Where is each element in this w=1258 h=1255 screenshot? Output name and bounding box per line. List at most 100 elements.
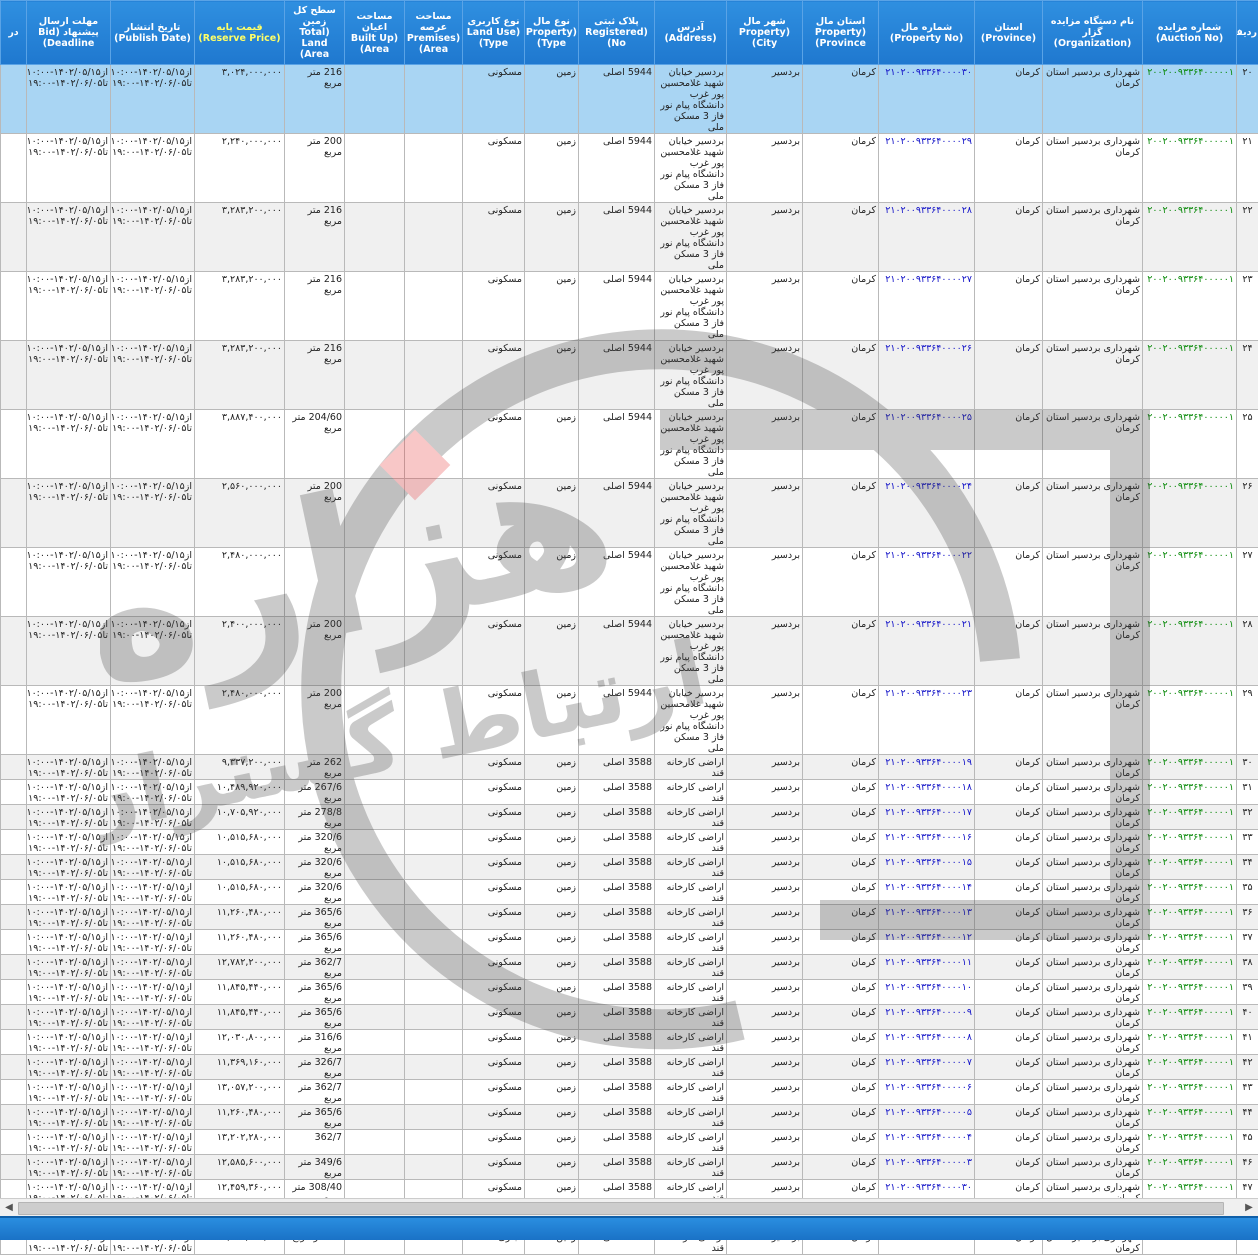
cell-property-no[interactable]: ۲۱۰۲۰۰۹۳۳۶۴۰۰۰۰۰۴ — [879, 1130, 975, 1155]
cell-property-no[interactable]: ۲۱۰۲۰۰۹۳۳۶۴۰۰۰۰۲۲ — [879, 548, 975, 617]
cell-property-no[interactable]: ۲۱۰۲۰۰۹۳۳۶۴۰۰۰۰۰۸ — [879, 1030, 975, 1055]
table-row[interactable]: ۳۰۲۰۰۲۰۰۹۳۳۶۴۰۰۰۰۰۱شهرداری بردسیر استان … — [1, 755, 1258, 780]
cell-property-no[interactable]: ۲۱۰۲۰۰۹۳۳۶۴۰۰۰۰۱۱ — [879, 955, 975, 980]
cell-property-no[interactable]: ۲۱۰۲۰۰۹۳۳۶۴۰۰۰۰۰۷ — [879, 1055, 975, 1080]
cell-property-no[interactable]: ۲۱۰۲۰۰۹۳۳۶۴۰۰۰۰۲۸ — [879, 203, 975, 272]
cell-property-no[interactable]: ۲۱۰۲۰۰۹۳۳۶۴۰۰۰۰۲۵ — [879, 410, 975, 479]
table-row[interactable]: ۲۳۲۰۰۲۰۰۹۳۳۶۴۰۰۰۰۰۱شهرداری بردسیر استان … — [1, 272, 1258, 341]
column-header-auction-no[interactable]: شماره مزایده (Auction No) — [1143, 1, 1237, 65]
cell-auction-no[interactable]: ۲۰۰۲۰۰۹۳۳۶۴۰۰۰۰۰۱ — [1143, 830, 1237, 855]
horizontal-scrollbar[interactable]: ◀ ▶ — [0, 1198, 1258, 1217]
table-row[interactable]: ۴۵۲۰۰۲۰۰۹۳۳۶۴۰۰۰۰۰۱شهرداری بردسیر استان … — [1, 1130, 1258, 1155]
table-row[interactable]: ۴۱۲۰۰۲۰۰۹۳۳۶۴۰۰۰۰۰۱شهرداری بردسیر استان … — [1, 1030, 1258, 1055]
column-header-province[interactable]: استان (Province) — [975, 1, 1043, 65]
cell-auction-no[interactable]: ۲۰۰۲۰۰۹۳۳۶۴۰۰۰۰۰۱ — [1143, 1155, 1237, 1180]
column-header-deadline[interactable]: مهلت ارسال پیشنهاد (Bid Deadline) — [27, 1, 111, 65]
cell-auction-no[interactable]: ۲۰۰۲۰۰۹۳۳۶۴۰۰۰۰۰۱ — [1143, 1080, 1237, 1105]
cell-auction-no[interactable]: ۲۰۰۲۰۰۹۳۳۶۴۰۰۰۰۰۱ — [1143, 955, 1237, 980]
cell-auction-no[interactable]: ۲۰۰۲۰۰۹۳۳۶۴۰۰۰۰۰۱ — [1143, 880, 1237, 905]
cell-auction-no[interactable]: ۲۰۰۲۰۰۹۳۳۶۴۰۰۰۰۰۱ — [1143, 805, 1237, 830]
column-header-row-no[interactable]: ردیف — [1237, 1, 1258, 65]
cell-property-no[interactable]: ۲۱۰۲۰۰۹۳۳۶۴۰۰۰۰۲۱ — [879, 617, 975, 686]
cell-property-no[interactable]: ۲۱۰۲۰۰۹۳۳۶۴۰۰۰۰۰۳ — [879, 1155, 975, 1180]
column-header-prop-city[interactable]: شهر مال (Property City) — [727, 1, 803, 65]
cell-property-no[interactable]: ۲۱۰۲۰۰۹۳۳۶۴۰۰۰۰۲۹ — [879, 134, 975, 203]
table-row[interactable]: ۳۹۲۰۰۲۰۰۹۳۳۶۴۰۰۰۰۰۱شهرداری بردسیر استان … — [1, 980, 1258, 1005]
scroll-right-icon[interactable]: ▶ — [1241, 1200, 1257, 1216]
cell-property-no[interactable]: ۲۱۰۲۰۰۹۳۳۶۴۰۰۰۰۱۰ — [879, 980, 975, 1005]
table-row[interactable]: ۳۴۲۰۰۲۰۰۹۳۳۶۴۰۰۰۰۰۱شهرداری بردسیر استان … — [1, 855, 1258, 880]
table-row[interactable]: ۴۶۲۰۰۲۰۰۹۳۳۶۴۰۰۰۰۰۱شهرداری بردسیر استان … — [1, 1155, 1258, 1180]
table-row[interactable]: ۴۴۲۰۰۲۰۰۹۳۳۶۴۰۰۰۰۰۱شهرداری بردسیر استان … — [1, 1105, 1258, 1130]
cell-auction-no[interactable]: ۲۰۰۲۰۰۹۳۳۶۴۰۰۰۰۰۱ — [1143, 1130, 1237, 1155]
column-header-extra[interactable]: در — [1, 1, 27, 65]
cell-property-no[interactable]: ۲۱۰۲۰۰۹۳۳۶۴۰۰۰۰۲۷ — [879, 272, 975, 341]
table-row[interactable]: ۲۸۲۰۰۲۰۰۹۳۳۶۴۰۰۰۰۰۱شهرداری بردسیر استان … — [1, 617, 1258, 686]
cell-auction-no[interactable]: ۲۰۰۲۰۰۹۳۳۶۴۰۰۰۰۰۱ — [1143, 548, 1237, 617]
cell-auction-no[interactable]: ۲۰۰۲۰۰۹۳۳۶۴۰۰۰۰۰۱ — [1143, 203, 1237, 272]
column-header-built-area[interactable]: مساحت اعیان (Built Up Area) — [345, 1, 405, 65]
column-header-publish-date[interactable]: تاریخ انتشار (Publish Date) — [111, 1, 195, 65]
column-header-reserve-price[interactable]: قیمت پایه (Reserve Price) — [195, 1, 285, 65]
table-row[interactable]: ۳۵۲۰۰۲۰۰۹۳۳۶۴۰۰۰۰۰۱شهرداری بردسیر استان … — [1, 880, 1258, 905]
cell-auction-no[interactable]: ۲۰۰۲۰۰۹۳۳۶۴۰۰۰۰۰۱ — [1143, 1030, 1237, 1055]
cell-property-no[interactable]: ۲۱۰۲۰۰۹۳۳۶۴۰۰۰۰۲۴ — [879, 479, 975, 548]
cell-property-no[interactable]: ۲۱۰۲۰۰۹۳۳۶۴۰۰۰۰۱۷ — [879, 805, 975, 830]
column-header-premises-area[interactable]: مساحت عرصه (Premises Area) — [405, 1, 463, 65]
table-row[interactable]: ۴۲۲۰۰۲۰۰۹۳۳۶۴۰۰۰۰۰۱شهرداری بردسیر استان … — [1, 1055, 1258, 1080]
cell-property-no[interactable]: ۲۱۰۲۰۰۹۳۳۶۴۰۰۰۰۲۶ — [879, 341, 975, 410]
cell-property-no[interactable]: ۲۱۰۲۰۰۹۳۳۶۴۰۰۰۰۱۳ — [879, 905, 975, 930]
cell-auction-no[interactable]: ۲۰۰۲۰۰۹۳۳۶۴۰۰۰۰۰۱ — [1143, 341, 1237, 410]
cell-auction-no[interactable]: ۲۰۰۲۰۰۹۳۳۶۴۰۰۰۰۰۱ — [1143, 479, 1237, 548]
cell-auction-no[interactable]: ۲۰۰۲۰۰۹۳۳۶۴۰۰۰۰۰۱ — [1143, 410, 1237, 479]
cell-property-no[interactable]: ۲۱۰۲۰۰۹۳۳۶۴۰۰۰۰۲۳ — [879, 686, 975, 755]
column-header-prop-province[interactable]: استان مال (Property Province) — [803, 1, 879, 65]
table-row[interactable]: ۳۳۲۰۰۲۰۰۹۳۳۶۴۰۰۰۰۰۱شهرداری بردسیر استان … — [1, 830, 1258, 855]
table-row[interactable]: ۳۸۲۰۰۲۰۰۹۳۳۶۴۰۰۰۰۰۱شهرداری بردسیر استان … — [1, 955, 1258, 980]
table-row[interactable]: ۴۳۲۰۰۲۰۰۹۳۳۶۴۰۰۰۰۰۱شهرداری بردسیر استان … — [1, 1080, 1258, 1105]
table-row[interactable]: ۲۱۲۰۰۲۰۰۹۳۳۶۴۰۰۰۰۰۱شهرداری بردسیر استان … — [1, 134, 1258, 203]
table-row[interactable]: ۲۰۲۰۰۲۰۰۹۳۳۶۴۰۰۰۰۰۱شهرداری بردسیر استان … — [1, 65, 1258, 134]
cell-property-no[interactable]: ۲۱۰۲۰۰۹۳۳۶۴۰۰۰۰۱۵ — [879, 855, 975, 880]
column-header-land-use[interactable]: نوع کاربری (Land Use Type) — [463, 1, 525, 65]
column-header-address[interactable]: آدرس (Address) — [655, 1, 727, 65]
table-row[interactable]: ۴۰۲۰۰۲۰۰۹۳۳۶۴۰۰۰۰۰۱شهرداری بردسیر استان … — [1, 1005, 1258, 1030]
table-row[interactable]: ۳۲۲۰۰۲۰۰۹۳۳۶۴۰۰۰۰۰۱شهرداری بردسیر استان … — [1, 805, 1258, 830]
table-row[interactable]: ۲۹۲۰۰۲۰۰۹۳۳۶۴۰۰۰۰۰۱شهرداری بردسیر استان … — [1, 686, 1258, 755]
cell-auction-no[interactable]: ۲۰۰۲۰۰۹۳۳۶۴۰۰۰۰۰۱ — [1143, 755, 1237, 780]
cell-auction-no[interactable]: ۲۰۰۲۰۰۹۳۳۶۴۰۰۰۰۰۱ — [1143, 1105, 1237, 1130]
cell-auction-no[interactable]: ۲۰۰۲۰۰۹۳۳۶۴۰۰۰۰۰۱ — [1143, 1055, 1237, 1080]
table-row[interactable]: ۲۲۲۰۰۲۰۰۹۳۳۶۴۰۰۰۰۰۱شهرداری بردسیر استان … — [1, 203, 1258, 272]
cell-auction-no[interactable]: ۲۰۰۲۰۰۹۳۳۶۴۰۰۰۰۰۱ — [1143, 780, 1237, 805]
column-header-land-area[interactable]: سطح کل زمین (Total Land Area) — [285, 1, 345, 65]
cell-auction-no[interactable]: ۲۰۰۲۰۰۹۳۳۶۴۰۰۰۰۰۱ — [1143, 617, 1237, 686]
cell-auction-no[interactable]: ۲۰۰۲۰۰۹۳۳۶۴۰۰۰۰۰۱ — [1143, 65, 1237, 134]
cell-property-no[interactable]: ۲۱۰۲۰۰۹۳۳۶۴۰۰۰۰۱۴ — [879, 880, 975, 905]
cell-auction-no[interactable]: ۲۰۰۲۰۰۹۳۳۶۴۰۰۰۰۰۱ — [1143, 134, 1237, 203]
column-header-registered[interactable]: پلاک ثبتی (Registered No) — [579, 1, 655, 65]
cell-auction-no[interactable]: ۲۰۰۲۰۰۹۳۳۶۴۰۰۰۰۰۱ — [1143, 855, 1237, 880]
cell-property-no[interactable]: ۲۱۰۲۰۰۹۳۳۶۴۰۰۰۰۰۵ — [879, 1105, 975, 1130]
table-row[interactable]: ۲۷۲۰۰۲۰۰۹۳۳۶۴۰۰۰۰۰۱شهرداری بردسیر استان … — [1, 548, 1258, 617]
column-header-org[interactable]: نام دستگاه مزایده گزار (Organization) — [1043, 1, 1143, 65]
column-header-prop-type[interactable]: نوع مال (Property Type) — [525, 1, 579, 65]
cell-property-no[interactable]: ۲۱۰۲۰۰۹۳۳۶۴۰۰۰۰۱۹ — [879, 755, 975, 780]
table-row[interactable]: ۲۵۲۰۰۲۰۰۹۳۳۶۴۰۰۰۰۰۱شهرداری بردسیر استان … — [1, 410, 1258, 479]
scroll-left-icon[interactable]: ◀ — [1, 1200, 17, 1216]
cell-property-no[interactable]: ۲۱۰۲۰۰۹۳۳۶۴۰۰۰۰۰۶ — [879, 1080, 975, 1105]
cell-auction-no[interactable]: ۲۰۰۲۰۰۹۳۳۶۴۰۰۰۰۰۱ — [1143, 905, 1237, 930]
table-row[interactable]: ۳۶۲۰۰۲۰۰۹۳۳۶۴۰۰۰۰۰۱شهرداری بردسیر استان … — [1, 905, 1258, 930]
table-row[interactable]: ۳۱۲۰۰۲۰۰۹۳۳۶۴۰۰۰۰۰۱شهرداری بردسیر استان … — [1, 780, 1258, 805]
cell-auction-no[interactable]: ۲۰۰۲۰۰۹۳۳۶۴۰۰۰۰۰۱ — [1143, 1005, 1237, 1030]
cell-property-no[interactable]: ۲۱۰۲۰۰۹۳۳۶۴۰۰۰۰۱۸ — [879, 780, 975, 805]
cell-property-no[interactable]: ۲۱۰۲۰۰۹۳۳۶۴۰۰۰۰۱۲ — [879, 930, 975, 955]
cell-auction-no[interactable]: ۲۰۰۲۰۰۹۳۳۶۴۰۰۰۰۰۱ — [1143, 272, 1237, 341]
cell-auction-no[interactable]: ۲۰۰۲۰۰۹۳۳۶۴۰۰۰۰۰۱ — [1143, 980, 1237, 1005]
cell-property-no[interactable]: ۲۱۰۲۰۰۹۳۳۶۴۰۰۰۰۳۰ — [879, 65, 975, 134]
column-header-property-no[interactable]: شماره مال (Property No) — [879, 1, 975, 65]
cell-property-no[interactable]: ۲۱۰۲۰۰۹۳۳۶۴۰۰۰۰۱۶ — [879, 830, 975, 855]
scrollbar-thumb[interactable] — [18, 1202, 1224, 1215]
cell-property-no[interactable]: ۲۱۰۲۰۰۹۳۳۶۴۰۰۰۰۰۹ — [879, 1005, 975, 1030]
table-row[interactable]: ۲۶۲۰۰۲۰۰۹۳۳۶۴۰۰۰۰۰۱شهرداری بردسیر استان … — [1, 479, 1258, 548]
table-row[interactable]: ۳۷۲۰۰۲۰۰۹۳۳۶۴۰۰۰۰۰۱شهرداری بردسیر استان … — [1, 930, 1258, 955]
